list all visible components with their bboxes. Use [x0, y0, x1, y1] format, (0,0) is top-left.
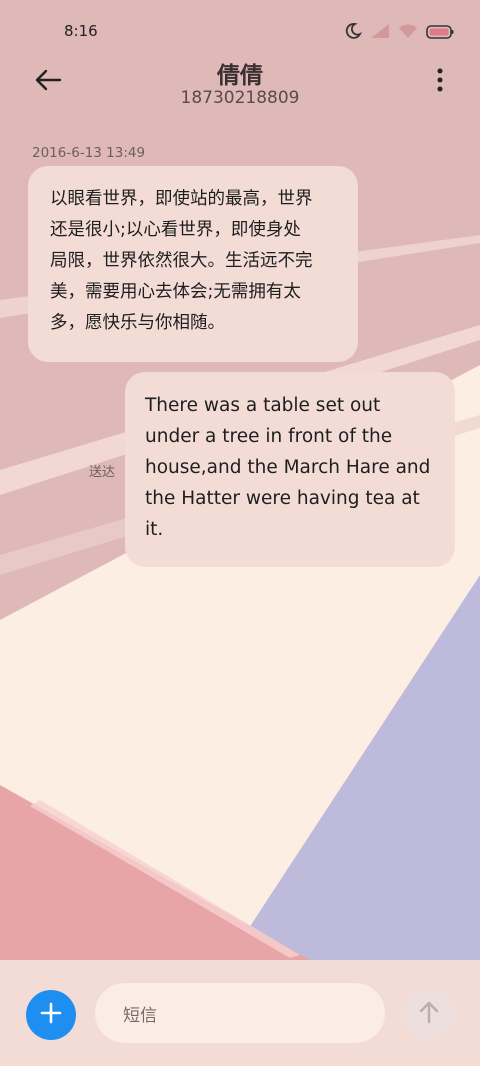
more-options-button[interactable]: [428, 66, 452, 98]
status-time: 8:16: [64, 22, 98, 40]
moon-icon: [344, 22, 363, 44]
message-input[interactable]: 短信: [95, 983, 385, 1043]
plus-icon: [40, 1002, 62, 1028]
delivery-status: 送达: [89, 465, 116, 480]
arrow-up-icon: [418, 1000, 440, 1028]
add-attachment-button[interactable]: [26, 990, 76, 1040]
message-timestamp: 2016-6-13 13:49: [32, 145, 146, 161]
send-button[interactable]: [404, 989, 454, 1039]
status-bar: 8:16: [0, 0, 480, 62]
message-line: 以眼看世界，即使站的最高，世界: [50, 189, 313, 209]
outgoing-message-bubble[interactable]: There was a table set out under a tree i…: [125, 372, 455, 567]
message-line: it.: [145, 519, 164, 540]
message-line: 还是很小;以心看世界，即使身处: [50, 220, 301, 240]
message-input-placeholder: 短信: [123, 1005, 157, 1026]
incoming-message-bubble[interactable]: 以眼看世界，即使站的最高，世界 还是很小;以心看世界，即使身处 局限，世界依然很…: [28, 166, 358, 362]
message-line: 多，愿快乐与你相随。: [50, 313, 225, 333]
contact-name: 倩倩: [217, 63, 263, 89]
wifi-icon: [398, 23, 418, 43]
message-line: 美，需要用心去体会;无需拥有太: [50, 282, 301, 302]
message-line: the Hatter were having tea at: [145, 488, 420, 509]
more-vertical-icon: [437, 68, 443, 96]
message-line: 局限，世界依然很大。生活远不完: [50, 251, 313, 271]
message-line: under a tree in front of the: [145, 426, 393, 447]
battery-icon: [426, 24, 454, 43]
cellular-signal-icon: [370, 23, 390, 43]
contact-number: 18730218809: [180, 88, 300, 108]
conversation-header: 倩倩 18730218809: [0, 54, 480, 124]
message-line: house,and the March Hare and: [145, 457, 431, 478]
composer-bar: 短信: [0, 960, 480, 1066]
message-line: There was a table set out: [145, 395, 381, 416]
